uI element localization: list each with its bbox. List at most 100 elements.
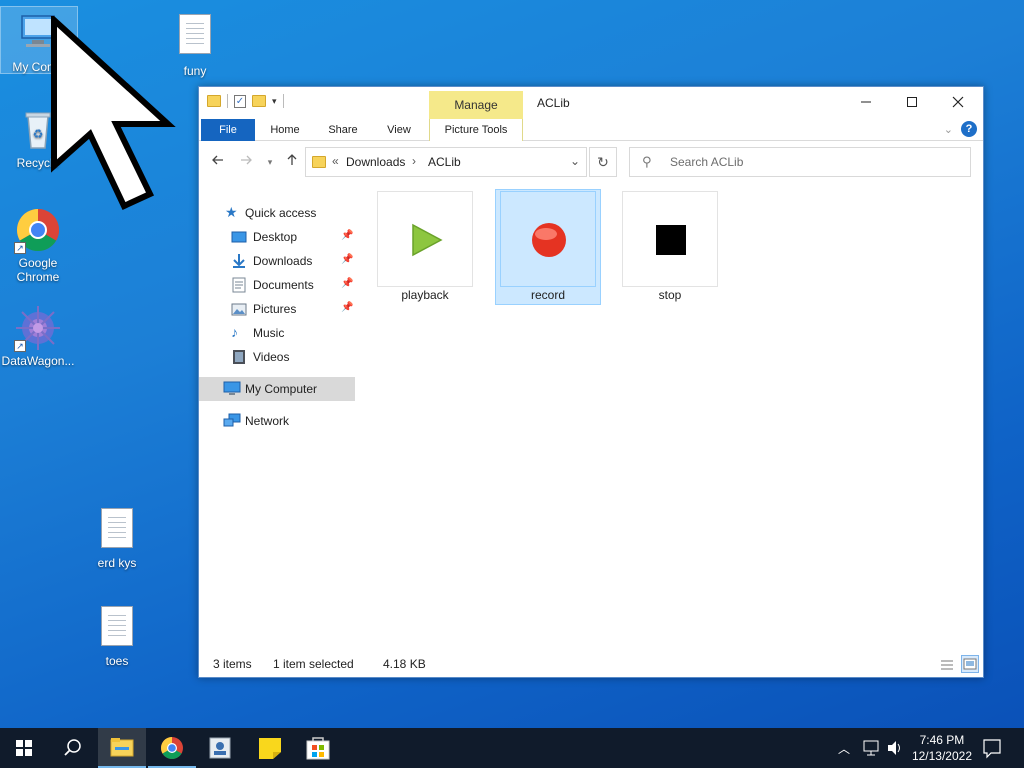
manage-contextual-tab[interactable]: Manage (429, 91, 523, 119)
file-item-stop[interactable]: stop (622, 191, 718, 303)
volume-icon[interactable] (886, 728, 904, 768)
title-bar[interactable]: ✓ ▾ Manage ACLib (199, 87, 983, 119)
notifications-button[interactable] (980, 728, 1004, 768)
computer-icon (223, 381, 241, 397)
close-button[interactable] (935, 87, 981, 119)
file-explorer-window: ✓ ▾ Manage ACLib File Home Share View Pi… (198, 86, 984, 678)
pin-icon: 📌 (341, 254, 354, 265)
desktop-icon-erd-kys[interactable]: erd kys (79, 504, 155, 570)
network-tray-icon[interactable] (862, 728, 880, 768)
taskbar-app[interactable] (196, 728, 244, 768)
search-placeholder: Search ACLib (670, 155, 744, 169)
datawagon-icon: ↗ (14, 304, 62, 352)
ribbon-tabs: File Home Share View Picture Tools (199, 119, 983, 141)
expand-ribbon-chevron-icon[interactable]: ⌄ (944, 123, 953, 136)
file-item-record[interactable]: record (500, 191, 596, 303)
record-icon (532, 223, 566, 257)
search-box[interactable]: ⚲ Search ACLib (629, 147, 971, 177)
up-arrow-icon (287, 154, 297, 165)
nav-downloads[interactable]: Downloads 📌 (199, 249, 355, 273)
navigation-row: ▾ « Downloads › ACLib ⌄ ↻ ⚲ Search ACLib (199, 145, 983, 179)
desktop-icon-label: erd kys (97, 556, 137, 570)
music-icon: ♪ (231, 324, 238, 340)
address-overflow-chevron[interactable]: « (332, 154, 339, 168)
minimize-button[interactable] (843, 87, 889, 119)
app-icon (209, 737, 231, 759)
forward-button[interactable] (237, 153, 255, 171)
tab-home[interactable]: Home (265, 119, 305, 141)
maximize-button[interactable] (889, 87, 935, 119)
clock-time: 7:46 PM (919, 733, 965, 747)
pin-icon: 📌 (341, 278, 354, 289)
desktop-icon-label: toes (105, 654, 129, 668)
nav-music[interactable]: ♪ Music (199, 321, 355, 345)
file-item-playback[interactable]: playback (377, 191, 473, 303)
customize-toolbar-dropdown-icon[interactable]: ▾ (272, 96, 277, 107)
file-name: playback (401, 288, 449, 302)
text-file-icon (101, 508, 133, 548)
breadcrumb-aclib[interactable]: ACLib (428, 155, 461, 169)
taskbar-sticky-notes[interactable] (246, 728, 294, 768)
back-arrow-icon (212, 155, 223, 165)
nav-videos[interactable]: Videos (199, 345, 355, 369)
tab-view[interactable]: View (381, 119, 417, 141)
help-icon[interactable]: ? (961, 121, 977, 137)
maximize-icon (907, 97, 917, 107)
taskbar-file-explorer[interactable] (98, 728, 146, 768)
selection-count: 1 item selected (273, 657, 354, 671)
svg-text:♻: ♻ (33, 127, 44, 141)
folder-icon (207, 95, 221, 107)
store-icon (306, 737, 330, 760)
selection-size: 4.18 KB (383, 657, 426, 671)
breadcrumb-separator-icon[interactable]: › (412, 154, 416, 168)
nav-documents[interactable]: Documents 📌 (199, 273, 355, 297)
chrome-icon (161, 737, 183, 759)
tab-file[interactable]: File (201, 119, 255, 141)
taskbar-chrome[interactable] (148, 728, 196, 768)
sticky-notes-icon (259, 738, 281, 759)
recent-locations-chevron-icon[interactable]: ▾ (261, 153, 279, 171)
nav-pictures[interactable]: Pictures 📌 (199, 297, 355, 321)
download-icon (231, 253, 247, 269)
back-button[interactable] (209, 153, 227, 171)
taskbar-clock[interactable]: 7:46 PM 12/13/2022 (912, 732, 972, 764)
file-thumbnail (377, 191, 473, 287)
nav-network[interactable]: Network (199, 409, 355, 433)
clock-date: 12/13/2022 (911, 749, 972, 763)
search-button[interactable] (48, 728, 96, 768)
tab-picture-tools[interactable]: Picture Tools (429, 119, 523, 141)
large-icons-view-icon[interactable] (961, 655, 979, 673)
properties-icon[interactable]: ✓ (234, 94, 246, 108)
nav-quick-access[interactable]: ★ Quick access (199, 201, 355, 225)
address-dropdown-icon[interactable]: ⌄ (570, 154, 580, 168)
item-count: 3 items (213, 657, 252, 671)
desktop-icon-toes[interactable]: toes (79, 602, 155, 668)
nav-desktop[interactable]: Desktop 📌 (199, 225, 355, 249)
address-bar[interactable]: « Downloads › ACLib ⌄ (305, 147, 587, 177)
file-thumbnail (622, 191, 718, 287)
file-thumbnail (500, 191, 596, 287)
breadcrumb-downloads[interactable]: Downloads (346, 155, 405, 169)
network-icon (223, 413, 241, 429)
refresh-icon: ↻ (597, 154, 609, 170)
tab-share[interactable]: Share (321, 119, 365, 141)
show-hidden-icons-chevron-icon[interactable]: ︿ (838, 740, 850, 768)
text-file-icon (179, 14, 211, 54)
new-folder-icon[interactable] (252, 95, 266, 107)
refresh-button[interactable]: ↻ (589, 147, 617, 177)
desktop-icon-google-chrome[interactable]: ↗ Google Chrome (0, 206, 76, 284)
start-button[interactable] (0, 728, 48, 768)
taskbar-store[interactable] (294, 728, 342, 768)
shortcut-arrow-icon: ↗ (14, 340, 26, 352)
pin-icon: 📌 (341, 302, 354, 313)
search-icon: ⚲ (642, 154, 652, 169)
documents-icon (231, 277, 247, 293)
folder-icon (312, 156, 326, 168)
details-view-icon[interactable] (937, 655, 955, 673)
nav-my-computer[interactable]: My Computer (199, 377, 355, 401)
desktop-folder-icon (231, 229, 247, 245)
close-icon (952, 96, 964, 108)
desktop-icon-datawagon[interactable]: ↗ DataWagon... (0, 304, 76, 368)
up-button[interactable] (283, 153, 301, 171)
search-icon (64, 739, 81, 756)
